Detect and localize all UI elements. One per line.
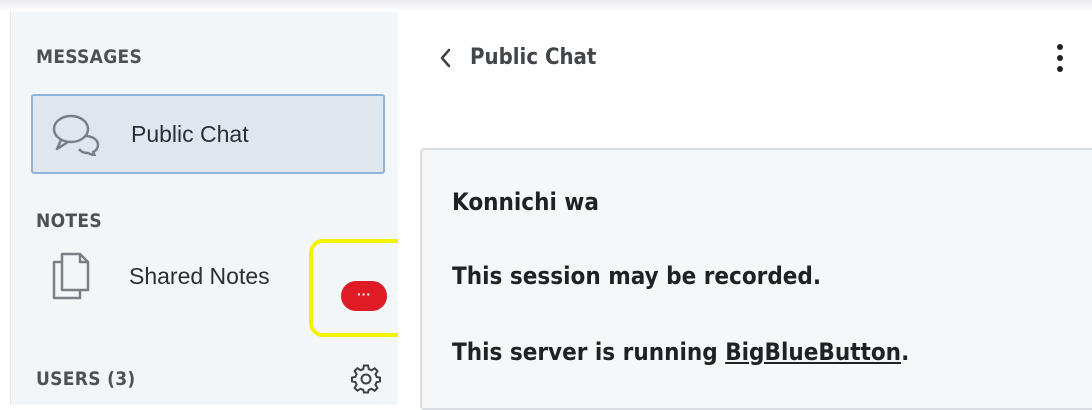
unread-badge: ··· <box>341 281 387 311</box>
chevron-left-icon[interactable] <box>436 46 456 70</box>
message-line: This session may be recorded. <box>452 262 822 290</box>
message-line: Konnichi wa <box>452 188 599 216</box>
message-line: This server is running BigBlueButton. <box>452 338 909 366</box>
users-section-title: USERS (3) <box>36 368 136 390</box>
messages-section-title: MESSAGES <box>36 46 143 68</box>
chat-bubbles-icon <box>52 114 100 156</box>
sidebar-item-public-chat[interactable]: Public Chat <box>31 94 385 174</box>
chat-panel: Public Chat Konnichi wa This session may… <box>398 12 1092 410</box>
chat-header-title[interactable]: Public Chat <box>470 45 596 70</box>
top-divider <box>0 0 1092 12</box>
kebab-menu-icon[interactable] <box>1054 44 1066 76</box>
notes-section-title: NOTES <box>36 210 102 232</box>
gear-icon[interactable] <box>351 364 381 394</box>
message-punctuation: . <box>901 338 910 366</box>
sidebar: MESSAGES Public Chat NOTES Shared Notes … <box>10 12 409 405</box>
message-text: This server is running <box>452 338 726 366</box>
bigbluebutton-link[interactable]: BigBlueButton <box>725 338 901 366</box>
shared-notes-label: Shared Notes <box>129 263 270 289</box>
document-copy-icon <box>52 252 90 300</box>
public-chat-label: Public Chat <box>131 121 249 147</box>
welcome-message-box: Konnichi wa This session may be recorded… <box>420 148 1092 410</box>
